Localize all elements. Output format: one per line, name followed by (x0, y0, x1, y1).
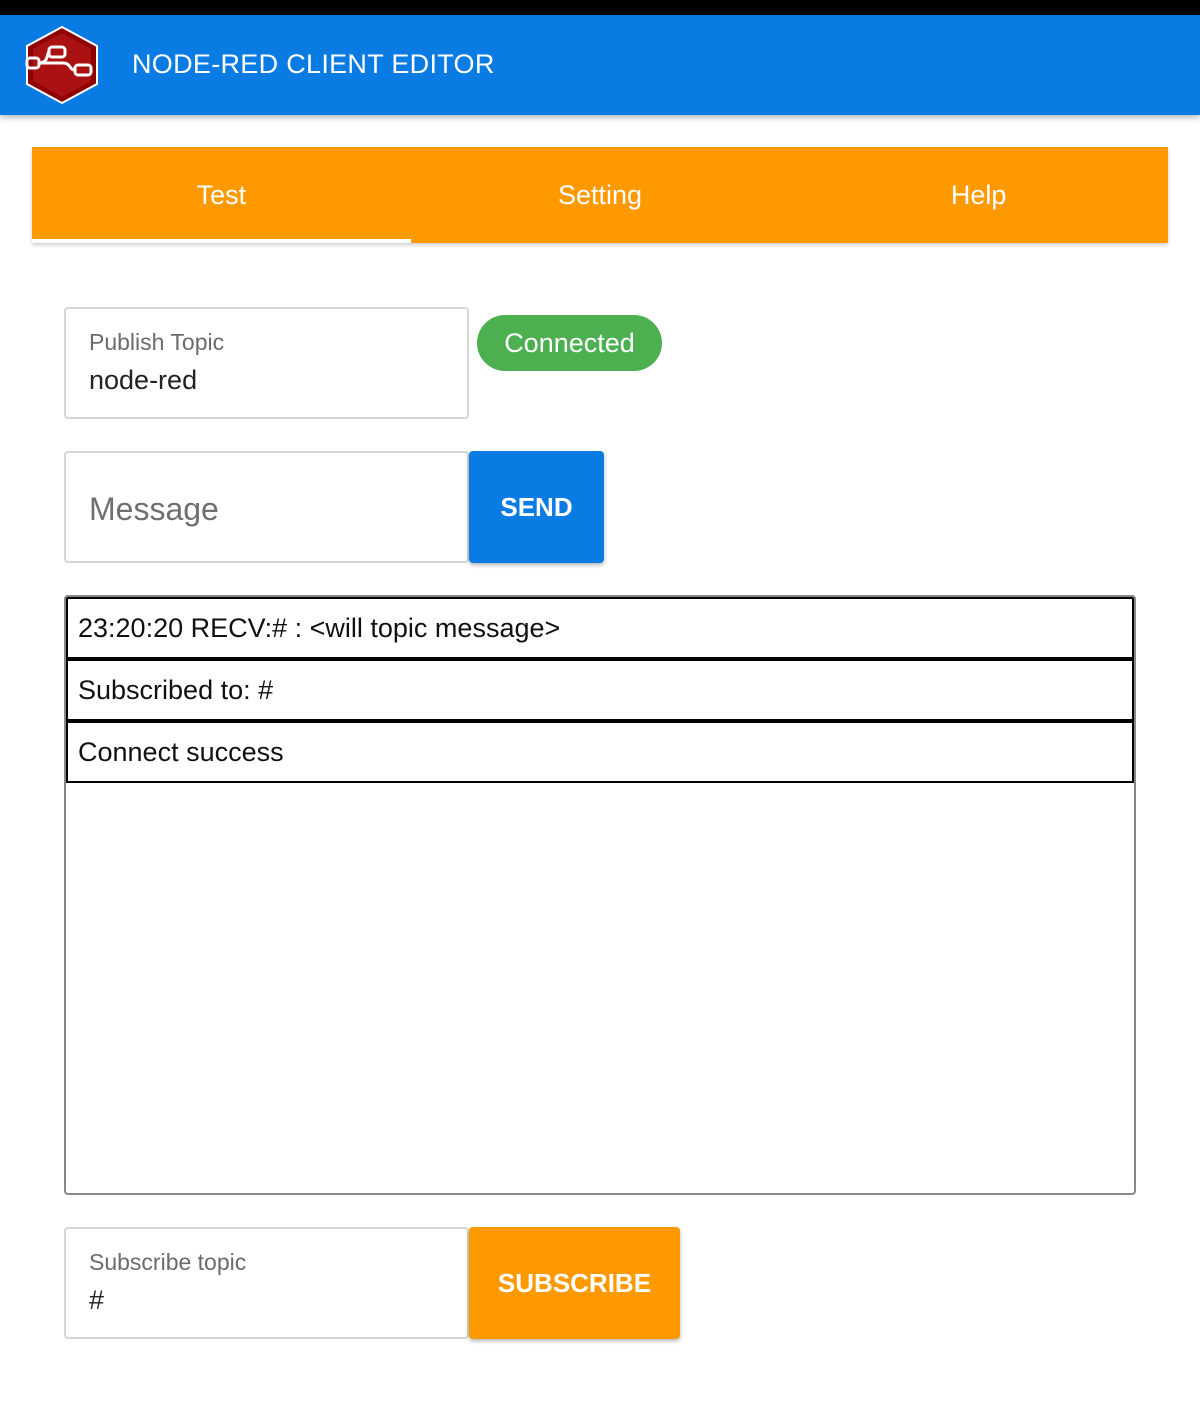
node-red-logo-icon (25, 25, 98, 105)
message-input[interactable]: Message (64, 451, 469, 563)
tab-setting[interactable]: Setting (411, 147, 790, 243)
subscribe-topic-value: # (89, 1285, 105, 1315)
log-entry: Subscribed to: # (66, 659, 1134, 721)
tab-test[interactable]: Test (32, 147, 411, 243)
publish-topic-field[interactable]: Publish Topic node-red (64, 307, 469, 419)
tab-help-label: Help (950, 179, 1007, 210)
publish-topic-label: Publish Topic (89, 329, 225, 355)
publish-topic-value: node-red (89, 365, 198, 395)
tab-bar: Test Setting Help (32, 147, 1168, 243)
app-title: NODE-RED CLIENT EDITOR (132, 49, 495, 79)
subscribe-topic-label: Subscribe topic (89, 1249, 247, 1275)
tab-test-label: Test (196, 179, 247, 210)
message-placeholder: Message (89, 491, 219, 527)
log-entry: 23:20:20 RECV:# : <will topic message> (66, 597, 1134, 659)
tab-setting-label: Setting (557, 179, 643, 210)
subscribe-topic-field[interactable]: Subscribe topic # (64, 1227, 469, 1339)
subscribe-button[interactable]: SUBSCRIBE (469, 1227, 680, 1339)
message-log[interactable]: 23:20:20 RECV:# : <will topic message> S… (64, 595, 1136, 1195)
status-bar (0, 0, 1200, 15)
send-button[interactable]: SEND (469, 451, 604, 563)
tab-help[interactable]: Help (789, 147, 1168, 243)
log-entry: Connect success (66, 721, 1134, 783)
connection-status-badge: Connected (477, 315, 662, 371)
app-bar: NODE-RED CLIENT EDITOR (0, 15, 1200, 115)
